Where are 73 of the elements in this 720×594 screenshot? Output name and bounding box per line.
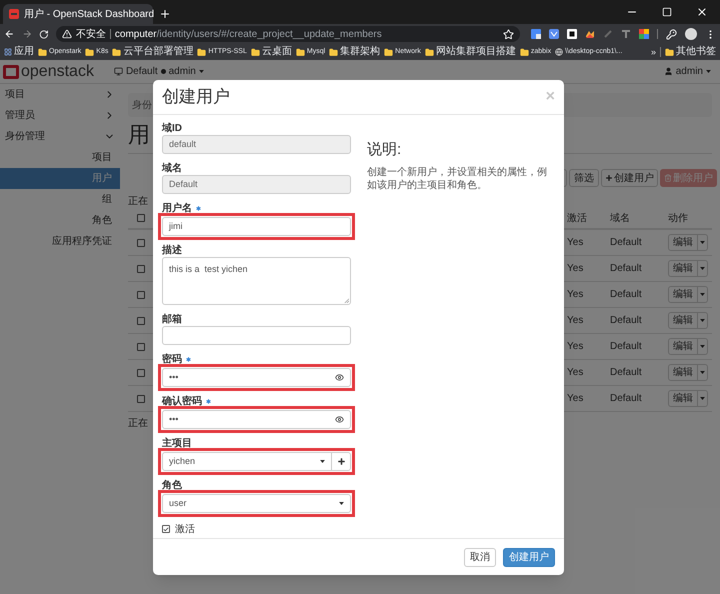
table-cell-text: Yes [566,314,584,328]
page-heading: 用 [128,123,150,147]
sidebar-subitem[interactable]: 角色 [0,210,120,231]
field-label: 确认密码 [162,396,202,407]
more-bookmarks-button[interactable]: » [650,46,656,58]
field-label: 域名 [162,163,182,174]
password-field[interactable]: ••• [162,368,351,387]
help-title: 说明: [367,140,402,160]
field-label: 角色 [162,480,182,491]
url-text: computer/identity/users/#/create_project__update_members [114,28,382,42]
edit-button[interactable]: 编辑 [668,312,698,329]
browser-tab[interactable]: 用户 - OpenStack Dashboard [3,4,153,24]
table-cell-text: Yes [566,392,584,406]
textarea-field[interactable]: this is a test yichen [162,257,351,305]
table-cell-text: Default [609,314,643,328]
table-cell-text: Default [609,236,643,250]
bookmark[interactable]: 云平台部署管理 [112,46,194,58]
security-label: 不安全 [76,28,106,42]
sidebar-item[interactable]: 管理员 [0,105,120,126]
address-bar[interactable]: 不安全 computer/identity/users/#/create_project__update_members [56,26,520,42]
table-cell-text: Yes [566,236,584,250]
edit-button[interactable]: 编辑 [668,364,698,381]
bookmark[interactable]: 网站集群项目搭建 [424,46,516,58]
table-cell-text: Default [609,366,643,380]
password-field[interactable]: ••• [162,410,351,429]
create-user-button[interactable]: 创建用户 [503,548,555,566]
bookmark[interactable]: 云桌面 [250,46,292,58]
sidebar-subitem[interactable]: 用户 [0,168,120,189]
field-label: 域ID [162,123,182,134]
summary-text: 正在 [128,194,148,208]
field-label: 密码 [162,354,182,365]
table-cell-text: Yes [566,340,584,354]
breadcrumb-link[interactable]: 身份 [132,98,152,112]
checkbox-label: 激活 [175,522,195,536]
field-label: 主项目 [162,438,192,449]
help-text: 创建一个新用户，并设置相关的属性，例如该用户的主项目和角色。 [367,166,548,192]
table-cell-text: Yes [566,366,584,380]
edit-button[interactable]: 编辑 [668,338,698,355]
sidebar-subitem[interactable]: 组 [0,189,120,210]
table-cell-text: Yes [566,262,584,276]
cancel-button[interactable]: 取消 [464,548,496,566]
column-header: 激活 [566,212,588,226]
select-field[interactable]: user [162,494,351,513]
user-menu[interactable]: admin [664,64,711,79]
field-label: 描述 [162,245,182,256]
create-user-button[interactable]: 创建用户 [601,169,658,187]
edit-button[interactable]: 编辑 [668,234,698,251]
sidebar-item[interactable]: 项目 [0,84,120,105]
table-cell-text: Default [609,340,643,354]
column-header: 动作 [667,212,689,226]
column-header: 域名 [609,212,631,226]
filter-button[interactable]: 筛选 [569,169,599,187]
table-cell-text: Default [609,392,643,406]
project-selector[interactable]: Default admin [114,64,204,79]
sidebar-subitem[interactable]: 应用程序凭证 [0,231,120,252]
summary-text: 正在 [128,416,148,430]
sidebar-subitem[interactable]: 项目 [0,147,120,168]
edit-button[interactable]: 编辑 [668,286,698,303]
modal-title: 创建用户 [162,86,230,108]
bookmark[interactable]: 其他书签 [665,46,716,58]
sidebar-item[interactable]: 身份管理 [0,126,120,147]
select-field[interactable]: yichen [162,452,332,471]
edit-button[interactable]: 编辑 [668,260,698,277]
text-field[interactable]: jimi [162,217,351,236]
field-label: 邮箱 [162,314,182,325]
edit-button[interactable]: 编辑 [668,390,698,407]
bookmark[interactable]: 应用 [4,46,34,58]
table-cell-text: Default [609,288,643,302]
field-label: 用户名 [162,203,192,214]
bookmark[interactable]: 集群架构 [329,46,380,58]
table-cell-text: Default [609,262,643,276]
logo-text: openstack [21,62,94,82]
table-cell-text: Yes [566,288,584,302]
